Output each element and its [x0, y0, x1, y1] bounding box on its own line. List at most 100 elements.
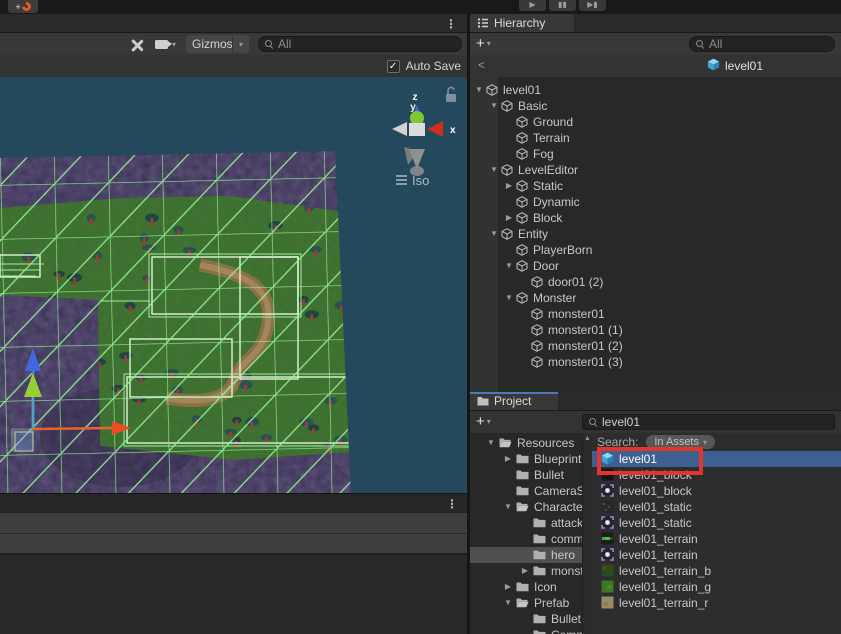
breadcrumb-current[interactable]: level01 [707, 58, 763, 74]
search-result-row[interactable]: level01_terrain_g [592, 579, 841, 595]
tab-project[interactable]: Project [470, 392, 558, 410]
axis-y-label: y [410, 102, 416, 113]
hierarchy-row[interactable]: ▼Basic [470, 98, 841, 114]
pause-button[interactable]: ▮▮ [549, 0, 576, 11]
hierarchy-row[interactable]: Fog [470, 146, 841, 162]
folder-row[interactable]: ▶Blueprint [470, 451, 582, 467]
hierarchy-row[interactable]: Dynamic [470, 194, 841, 210]
foldout-arrow-icon[interactable]: ▼ [486, 438, 496, 447]
foldout-arrow-icon[interactable]: ▼ [504, 293, 514, 302]
gizmos-button[interactable]: Gizmos [186, 35, 239, 53]
folder-row[interactable]: ▶ Icon [470, 579, 582, 595]
hierarchy-row[interactable]: ▼level01 [470, 82, 841, 98]
hierarchy-row[interactable]: ▶Block [470, 210, 841, 226]
scene-search-input[interactable]: All [258, 36, 462, 52]
search-result-row[interactable]: level01_terrain_r [592, 595, 841, 611]
tab-hierarchy[interactable]: Hierarchy [470, 14, 574, 32]
folder-row[interactable]: ▶monst [470, 563, 582, 579]
plus-icon: + [476, 414, 485, 429]
scene-viewport[interactable]: z y x Iso [0, 77, 467, 493]
search-result-row[interactable]: level01_block [592, 483, 841, 499]
foldout-arrow-icon[interactable]: ▶ [504, 181, 514, 190]
play-button[interactable]: ▶ [519, 0, 546, 11]
gameobject-label: monster01 [548, 307, 605, 321]
foldout-arrow-icon[interactable]: ▶ [504, 213, 514, 222]
autosave-checkbox[interactable]: ✓ [387, 60, 400, 73]
results-search-label: Search: [597, 435, 638, 449]
search-result-row[interactable]: level01_static [592, 499, 841, 515]
hierarchy-row[interactable]: Terrain [470, 130, 841, 146]
bottom-panel-row[interactable] [0, 512, 467, 533]
folder-row[interactable]: ▼Resources [470, 435, 582, 451]
bottom-panel-row[interactable] [0, 533, 467, 554]
hierarchy-row[interactable]: ▼Door [470, 258, 841, 274]
search-result-row[interactable]: level01_terrain [592, 531, 841, 547]
tex-darkgreen-icon [601, 564, 614, 580]
hierarchy-add-button[interactable]: + ▾ [476, 36, 491, 51]
folder-row[interactable]: Comm [470, 627, 582, 634]
asset-label: level01_block [619, 484, 692, 498]
hierarchy-row[interactable]: monster01 [470, 306, 841, 322]
hierarchy-row[interactable]: ▼Monster [470, 290, 841, 306]
tools-button[interactable] [124, 35, 149, 53]
hierarchy-row[interactable]: Ground [470, 114, 841, 130]
hierarchy-row[interactable]: door01 (2) [470, 274, 841, 290]
hierarchy-row[interactable]: ▶ Static [470, 178, 841, 194]
hierarchy-row[interactable]: ▼ Entity [470, 226, 841, 242]
search-result-row[interactable]: level01 [592, 451, 841, 467]
folder-row[interactable]: ▼Characte [470, 499, 582, 515]
scene-toolbar: ▾ Gizmos ▾ All [0, 33, 467, 55]
folder-label: Icon [534, 580, 557, 594]
hierarchy-tab-label: Hierarchy [494, 16, 545, 30]
hierarchy-row[interactable]: PlayerBorn [470, 242, 841, 258]
collab-button[interactable]: + [8, 0, 38, 13]
foldout-arrow-icon[interactable]: ▶ [520, 566, 530, 575]
hierarchy-row[interactable]: monster01 (2) [470, 338, 841, 354]
folder-row[interactable]: ▼Prefab [470, 595, 582, 611]
bottom-kebab-icon[interactable]: ⋮ [446, 497, 458, 511]
hierarchy-row[interactable]: ▼LevelEditor [470, 162, 841, 178]
gizmos-dropdown[interactable]: ▾ [232, 35, 249, 53]
gizmo-y-sphere[interactable] [410, 111, 424, 125]
step-button[interactable]: ▶▮ [579, 0, 606, 11]
search-result-row[interactable]: level01_static [592, 515, 841, 531]
gizmo-center-cube[interactable] [409, 123, 425, 136]
hierarchy-search-input[interactable]: All [689, 36, 835, 52]
back-chevron[interactable]: < [478, 58, 485, 72]
project-search-input[interactable]: level01 [582, 414, 835, 430]
scene-kebab-icon[interactable]: ⋮ [445, 17, 457, 31]
folder-row[interactable]: comm [470, 531, 582, 547]
block-dark-icon [601, 468, 614, 484]
foldout-arrow-icon[interactable]: ▶ [503, 582, 513, 591]
folder-row[interactable]: attack [470, 515, 582, 531]
scroll-up-icon[interactable]: ▲ [584, 435, 591, 442]
terrain-strip-icon [601, 532, 614, 548]
gameobject-label: Entity [518, 227, 548, 241]
hierarchy-row[interactable]: monster01 (3) [470, 354, 841, 370]
folder-scrollbar[interactable]: ▲ [582, 433, 592, 634]
scope-dropdown[interactable]: In Assets ▾ [646, 435, 715, 449]
camera-button[interactable]: ▾ [149, 35, 182, 53]
foldout-arrow-icon[interactable]: ▼ [503, 502, 513, 511]
search-result-row[interactable]: level01_terrain_b [592, 563, 841, 579]
folder-row[interactable]: Bullet [470, 467, 582, 483]
folder-row[interactable]: CameraS [470, 483, 582, 499]
folder-row[interactable]: hero [470, 547, 582, 563]
foldout-arrow-icon[interactable]: ▼ [489, 101, 499, 110]
search-result-row[interactable]: level01_terrain [592, 547, 841, 563]
foldout-arrow-icon[interactable]: ▼ [474, 85, 484, 94]
search-result-row[interactable]: level01_block [592, 467, 841, 483]
gameobject-label: Static [533, 179, 563, 193]
foldout-arrow-icon[interactable]: ▼ [489, 229, 499, 238]
project-add-button[interactable]: + ▾ [476, 414, 491, 429]
foldout-arrow-icon[interactable]: ▶ [503, 454, 513, 463]
gameobject-cube-icon [486, 84, 498, 99]
asset-label: level01_static [619, 516, 692, 530]
folder-icon [516, 581, 529, 595]
folder-row[interactable]: Bullet [470, 611, 582, 627]
hierarchy-row[interactable]: monster01 (1) [470, 322, 841, 338]
foldout-arrow-icon[interactable]: ▼ [504, 261, 514, 270]
gameobject-cube-icon [516, 244, 528, 259]
foldout-arrow-icon[interactable]: ▼ [489, 165, 499, 174]
foldout-arrow-icon[interactable]: ▼ [503, 598, 513, 607]
